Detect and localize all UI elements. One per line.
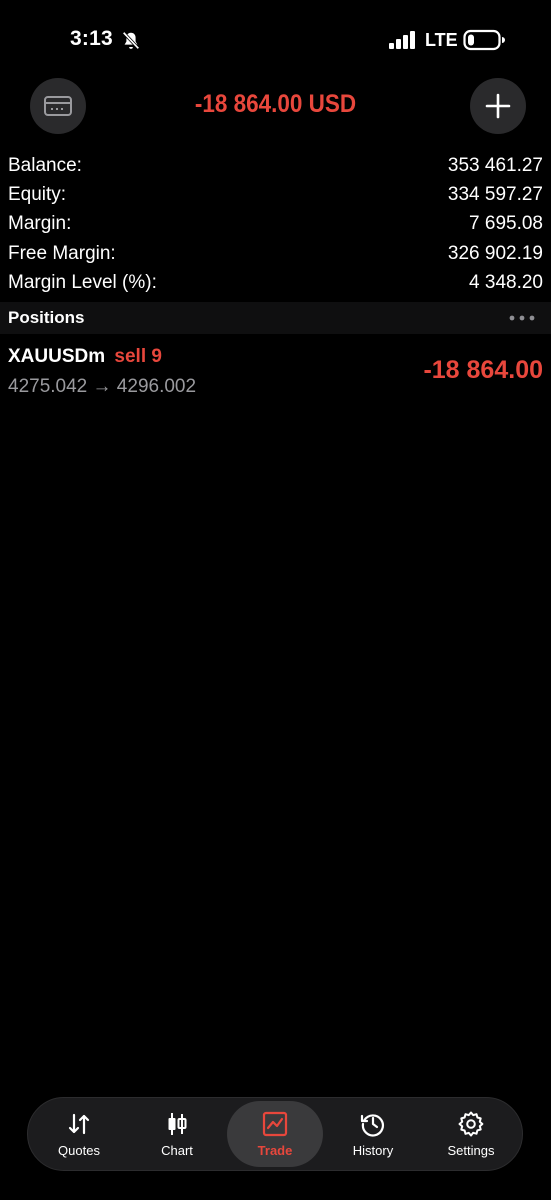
cellular-signal-icon	[389, 31, 415, 49]
tab-label: Chart	[161, 1142, 193, 1158]
summary-value: 326 902.19	[447, 242, 543, 264]
status-time: 3:13	[70, 27, 113, 50]
position-symbol-line: XAUUSDm sell 9	[8, 346, 162, 368]
history-icon	[360, 1113, 384, 1137]
summary-row-balance: Balance: 353 461.27	[8, 151, 543, 180]
new-order-button[interactable]	[470, 78, 526, 134]
candlestick-icon	[168, 1112, 187, 1135]
position-profit: -18 864.00	[423, 356, 543, 384]
tab-history[interactable]: History	[325, 1101, 421, 1167]
plus-icon	[485, 93, 511, 119]
summary-row-equity: Equity: 334 597.27	[8, 180, 543, 209]
summary-label: Free Margin:	[8, 242, 116, 264]
tab-trade[interactable]: Trade	[227, 1101, 323, 1167]
quotes-icon	[68, 1113, 90, 1134]
summary-value: 7 695.08	[469, 213, 543, 235]
position-symbol: XAUUSDm	[8, 346, 106, 367]
gear-icon	[458, 1111, 484, 1136]
summary-value: 4 348.20	[469, 272, 543, 294]
summary-value: 353 461.27	[447, 154, 543, 176]
summary-label: Margin:	[8, 213, 72, 235]
position-prices: 4275.042 → 4296.002	[8, 376, 197, 397]
tab-chart[interactable]: Chart	[129, 1101, 225, 1167]
summary-row-free-margin: Free Margin: 326 902.19	[8, 239, 543, 268]
battery-icon	[463, 29, 505, 51]
summary-value: 334 597.27	[447, 184, 543, 206]
tab-label: Settings	[447, 1142, 495, 1158]
summary-label: Equity:	[8, 184, 67, 206]
status-bar: 3:13 LTE	[0, 0, 551, 84]
positions-title: Positions	[8, 308, 85, 327]
tab-quotes[interactable]: Quotes	[31, 1101, 127, 1167]
trade-icon	[262, 1111, 288, 1136]
account-summary: Balance: 353 461.27 Equity: 334 597.27 M…	[8, 151, 543, 298]
summary-row-margin-level: Margin Level (%): 4 348.20	[8, 269, 543, 298]
tab-label: Trade	[257, 1142, 293, 1158]
bottom-tab-bar: Quotes Chart Trade History Settings	[27, 1097, 523, 1171]
tab-label: Quotes	[58, 1142, 100, 1158]
summary-row-margin: Margin: 7 695.08	[8, 210, 543, 239]
more-options-icon[interactable]	[507, 310, 537, 326]
summary-label: Balance:	[8, 154, 82, 176]
tab-settings[interactable]: Settings	[423, 1101, 519, 1167]
position-side-volume: sell 9	[114, 346, 162, 367]
tab-label: History	[352, 1142, 394, 1158]
network-type: LTE	[425, 30, 458, 50]
header: -18 864.00 USD	[0, 76, 551, 136]
total-profit: -18 864.00 USD	[194, 90, 357, 118]
position-row[interactable]: XAUUSDm sell 9 4275.042 → 4296.002 -18 8…	[0, 340, 551, 402]
bell-muted-icon	[122, 31, 140, 50]
summary-label: Margin Level (%):	[8, 272, 157, 294]
positions-section-header: Positions	[0, 302, 551, 334]
